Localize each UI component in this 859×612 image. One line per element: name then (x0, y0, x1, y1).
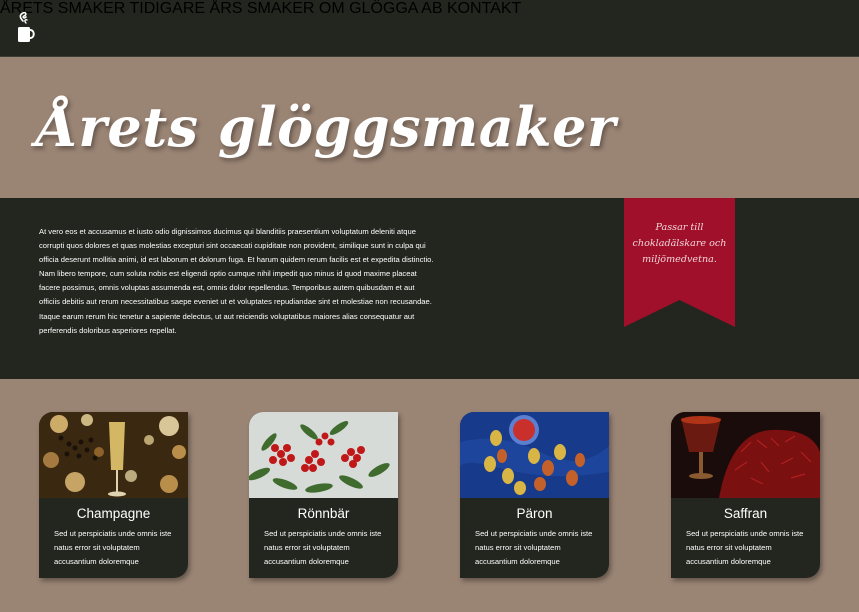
intro-text: At vero eos et accusamus et iusto odio d… (39, 227, 434, 335)
mulled-wine-mug-logo-icon[interactable] (14, 10, 40, 46)
card-description: Sed ut perspiciatis unde omnis iste natu… (54, 529, 172, 567)
flavor-card-ronnbar[interactable]: Rönnbär Sed ut perspiciatis unde omnis i… (249, 412, 398, 578)
nav-link-tidigare-ars-smaker[interactable]: TIDIGARE ÅRS SMAKER (130, 0, 315, 17)
hero-section: Årets glöggsmaker (0, 57, 859, 198)
nav-link-om-glogga-ab[interactable]: OM GLÖGGA AB (319, 0, 443, 17)
card-title: Champagne (76, 506, 151, 521)
top-navigation-bar: ÅRETS SMAKER TIDIGARE ÅRS SMAKER OM GLÖG… (0, 0, 859, 57)
nav-link-kontakt[interactable]: KONTAKT (447, 0, 521, 17)
card-description: Sed ut perspiciatis unde omnis iste natu… (475, 529, 593, 567)
ribbon-text: Passar till chokladälskare och miljömedv… (632, 222, 727, 265)
card-title: Rönnbär (297, 506, 350, 521)
flavor-card-paron[interactable]: Päron Sed ut perspiciatis unde omnis ist… (460, 412, 609, 578)
saffron-photo (671, 412, 820, 498)
champagne-photo (39, 412, 188, 498)
card-title: Päron (516, 506, 553, 521)
page-title: Årets glöggsmaker (36, 95, 616, 159)
rowanberry-photo (249, 412, 398, 498)
card-title: Saffran (723, 506, 768, 521)
card-description: Sed ut perspiciatis unde omnis iste natu… (264, 529, 382, 567)
card-description: Sed ut perspiciatis unde omnis iste natu… (686, 529, 804, 567)
flavor-card-champagne[interactable]: Champagne Sed ut perspiciatis unde omnis… (39, 412, 188, 578)
pear-photo (460, 412, 609, 498)
flavor-card-saffran[interactable]: Saffran Sed ut perspiciatis unde omnis i… (671, 412, 820, 578)
